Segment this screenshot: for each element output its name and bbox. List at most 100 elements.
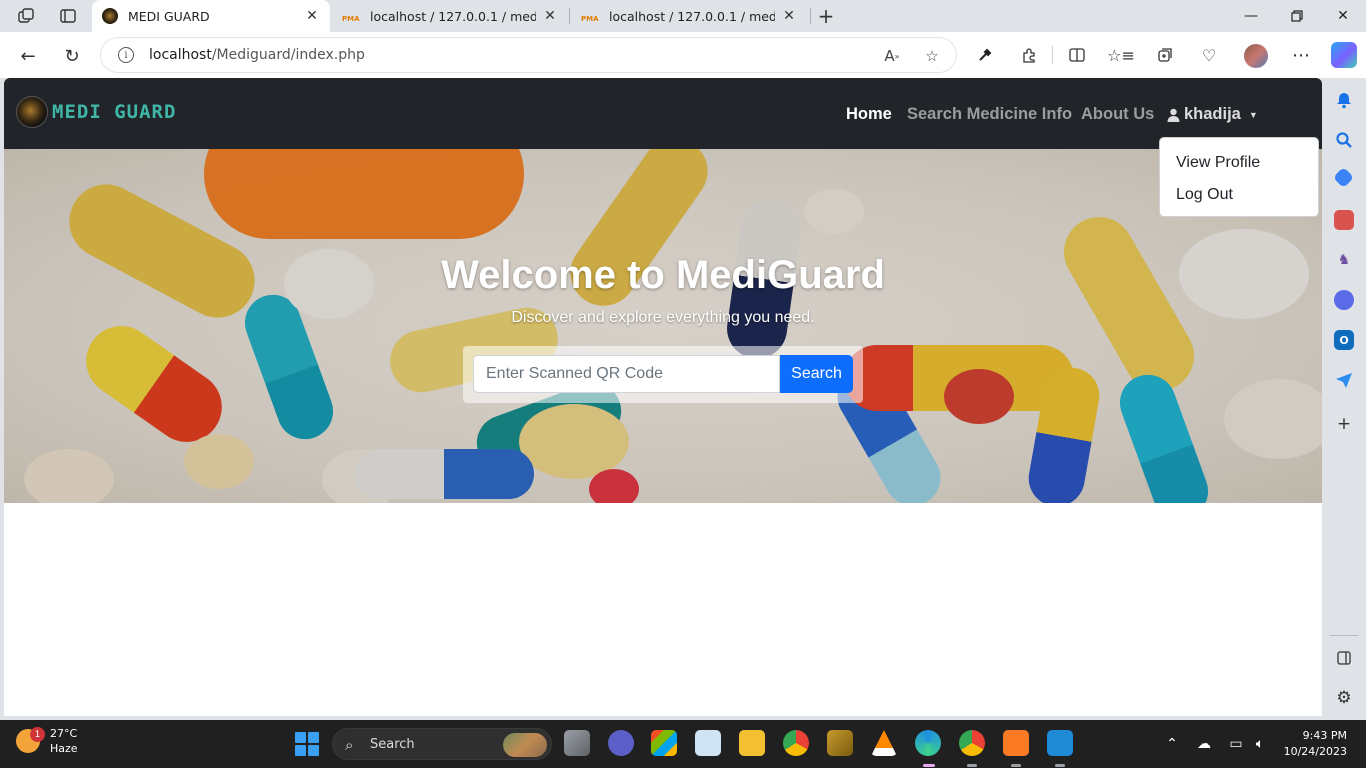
favorite-star-icon[interactable]: ☆ (922, 46, 942, 66)
url-text[interactable]: localhost/Mediguard/index.php (149, 47, 365, 63)
task-view-icon[interactable] (564, 730, 590, 756)
weather-badge: 1 (30, 727, 45, 742)
minimize-icon[interactable]: — (1228, 0, 1274, 32)
restore-icon[interactable] (1274, 0, 1320, 32)
user-icon (1167, 108, 1180, 122)
copilot-icon[interactable] (1331, 42, 1357, 68)
vertical-tabs-icon[interactable] (57, 5, 79, 27)
network-icon[interactable]: ▭ (1227, 735, 1245, 753)
site-info-icon[interactable]: i (118, 47, 134, 63)
active-app-indicator (923, 764, 935, 767)
start-windows-icon[interactable] (295, 732, 319, 756)
clock-time[interactable]: 9:43 PM (1282, 729, 1347, 742)
nav-search-medicine-link[interactable]: Search Medicine Info (907, 105, 1072, 124)
tab-title: MEDI GUARD (128, 8, 210, 24)
taskbar-search-label: Search (370, 737, 415, 752)
show-hidden-icons-chevron-up-icon[interactable]: ⌃ (1163, 735, 1181, 753)
games-chess-icon[interactable]: ♞ (1334, 250, 1354, 270)
back-icon[interactable]: ← (14, 42, 42, 70)
nav-about-link[interactable]: About Us (1081, 105, 1154, 124)
edge-sidebar: ♞ O + ⚙ (1322, 78, 1366, 718)
weather-temperature: 27°C (50, 727, 78, 740)
workspaces-icon[interactable] (15, 5, 37, 27)
site-favicon-icon (102, 8, 118, 24)
split-screen-icon[interactable] (1066, 44, 1088, 66)
search-button[interactable]: Search (780, 355, 853, 393)
tab-phpmyadmin-2[interactable]: PMA localhost / 127.0.0.1 / mediguard ✕ (571, 0, 807, 32)
new-tab-icon[interactable]: + (815, 4, 837, 28)
tab-separator (810, 8, 811, 24)
vlc-icon[interactable] (871, 730, 897, 756)
browser-essentials-icon[interactable]: ♡ (1198, 44, 1220, 66)
favorites-icon[interactable]: ☆≡ (1107, 44, 1135, 66)
refresh-icon[interactable]: ↻ (58, 42, 86, 70)
edge-icon[interactable] (915, 730, 941, 756)
site-navbar: MEDI GUARD Home Search Medicine Info Abo… (4, 78, 1322, 149)
tab-phpmyadmin-1[interactable]: PMA localhost / 127.0.0.1 / mediguard ✕ (332, 0, 568, 32)
nav-home-link[interactable]: Home (846, 105, 892, 124)
hero-title: Welcome to MediGuard (441, 253, 885, 297)
running-app-indicator (1011, 764, 1021, 767)
browser-toolbar: ← ↻ i localhost/Mediguard/index.php A» ☆… (0, 32, 1366, 78)
tab-separator (569, 8, 570, 24)
microsoft-365-icon[interactable] (1334, 290, 1354, 310)
outlook-icon[interactable]: O (1334, 330, 1354, 350)
more-options-icon[interactable]: ⋯ (1290, 44, 1312, 66)
volume-icon[interactable]: 🔈︎ (1251, 735, 1269, 753)
chrome-icon[interactable] (783, 730, 809, 756)
search-highlight-image (503, 733, 547, 757)
running-app-indicator (967, 764, 977, 767)
user-menu-toggle[interactable]: khadija ▼ (1167, 105, 1258, 124)
search-icon[interactable] (1334, 130, 1354, 150)
weather-condition: Haze (50, 742, 78, 755)
site-brand[interactable]: MEDI GUARD (16, 96, 176, 128)
app-icon[interactable] (827, 730, 853, 756)
shopping-tag-icon[interactable] (1332, 166, 1355, 189)
view-profile-link[interactable]: View Profile (1160, 147, 1318, 179)
tools-briefcase-icon[interactable] (1334, 210, 1354, 230)
browser-tab-strip: MEDI GUARD ✕ PMA localhost / 127.0.0.1 /… (0, 0, 1366, 32)
close-tab-icon[interactable]: ✕ (781, 8, 797, 24)
running-app-indicator (1055, 764, 1065, 767)
collections-icon[interactable] (1154, 44, 1176, 66)
taskbar-search-box[interactable]: ⌕ Search (332, 728, 552, 760)
logout-link[interactable]: Log Out (1160, 179, 1318, 211)
close-tab-icon[interactable]: ✕ (542, 8, 558, 24)
vscode-icon[interactable] (1047, 730, 1073, 756)
profile-avatar[interactable] (1244, 44, 1268, 68)
teams-chat-icon[interactable] (608, 730, 634, 756)
url-path: /Mediguard/index.php (211, 47, 365, 63)
windows-taskbar: 1 27°C Haze ⌕ Search ⌃ ☁ ▭ 🔈︎ 9:43 PM 10… (0, 720, 1366, 768)
drop-send-icon[interactable] (1334, 370, 1354, 390)
onedrive-cloud-icon[interactable]: ☁ (1195, 735, 1213, 753)
close-tab-icon[interactable]: ✕ (304, 8, 320, 24)
clock-date[interactable]: 10/24/2023 (1282, 745, 1347, 758)
address-bar[interactable]: i localhost/Mediguard/index.php A» ☆ (100, 37, 957, 73)
phpmyadmin-favicon-icon: PMA (342, 15, 360, 23)
extensions-icon[interactable] (1018, 44, 1040, 66)
read-aloud-icon[interactable]: A» (882, 46, 902, 66)
xampp-icon[interactable] (1003, 730, 1029, 756)
toolbar-separator (1052, 46, 1053, 64)
chrome-profile-icon[interactable] (959, 730, 985, 756)
hide-sidebar-icon[interactable] (1334, 648, 1354, 668)
qr-code-input[interactable] (473, 355, 780, 393)
weather-widget[interactable]: 1 27°C Haze (16, 726, 78, 756)
notifications-bell-icon[interactable] (1334, 90, 1354, 110)
sidebar-separator (1330, 635, 1358, 636)
microsoft-store-icon[interactable] (651, 730, 677, 756)
close-window-icon[interactable]: ✕ (1320, 0, 1366, 32)
sidebar-settings-gear-icon[interactable]: ⚙ (1334, 688, 1354, 708)
phpmyadmin-favicon-icon: PMA (581, 15, 599, 23)
add-sidebar-app-icon[interactable]: + (1334, 414, 1354, 434)
brand-name: MEDI GUARD (52, 101, 177, 123)
file-explorer-icon[interactable] (739, 730, 765, 756)
page-viewport: MEDI GUARD Home Search Medicine Info Abo… (4, 78, 1322, 716)
photos-icon[interactable] (695, 730, 721, 756)
qr-search-form: Search (463, 346, 863, 403)
hero-subtitle: Discover and explore everything you need… (511, 309, 815, 326)
tab-title: localhost / 127.0.0.1 / mediguard (609, 8, 775, 24)
url-host: localhost (149, 47, 212, 63)
eyedropper-icon[interactable] (974, 44, 996, 66)
tab-medi-guard[interactable]: MEDI GUARD ✕ (92, 0, 330, 32)
